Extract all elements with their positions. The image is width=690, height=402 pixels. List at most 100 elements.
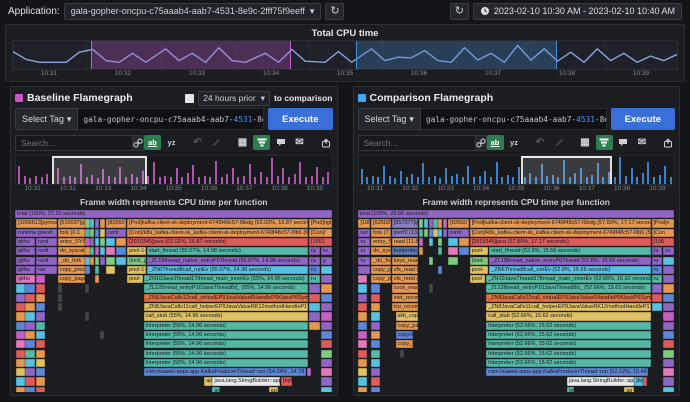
- flame-frame[interactable]: [106, 266, 116, 274]
- flame-frame[interactable]: total (100%, 29.66 seconds): [358, 210, 675, 218]
- flame-frame[interactable]: [371, 377, 380, 385]
- flame-frame[interactable]: [429, 238, 433, 246]
- comparison-flamegraph[interactable]: total (100%, 29.66 seconds)[190[625037]g…: [358, 210, 676, 392]
- flame-frame[interactable]: [Con: [652, 229, 675, 237]
- flame-frame[interactable]: [371, 294, 380, 302]
- flame-frame[interactable]: _ZN10JavaThread17thread_main_innerEv (52…: [486, 275, 650, 283]
- flame-frame[interactable]: [95, 275, 99, 283]
- flame-frame[interactable]: _do_fork: [371, 257, 391, 265]
- flame-frame[interactable]: ru: [652, 257, 663, 265]
- flame-frame[interactable]: pool-: [470, 266, 489, 274]
- flame-frame[interactable]: [371, 303, 380, 311]
- flame-frame[interactable]: [58, 303, 62, 311]
- execute-button[interactable]: Execute: [268, 108, 332, 130]
- flame-frame[interactable]: [321, 387, 332, 392]
- flame-frame[interactable]: githu: [16, 266, 35, 274]
- flame-frame[interactable]: [25, 312, 34, 320]
- flame-frame[interactable]: [358, 303, 367, 311]
- flame-frame[interactable]: [371, 312, 380, 320]
- prior-period-select[interactable]: 24 hours prior ▾: [198, 91, 270, 106]
- flame-frame[interactable]: start_thread (52.8%, 15.66 seconds): [489, 247, 650, 255]
- flame-frame[interactable]: Interpreter (52.66%, 15.62 seconds): [486, 359, 650, 367]
- undo-icon[interactable]: ↶: [532, 135, 549, 150]
- flame-frame[interactable]: githu: [16, 247, 35, 255]
- flame-frame[interactable]: [663, 368, 674, 376]
- flame-frame[interactable]: fork (0.1: [58, 229, 85, 237]
- flame-frame[interactable]: [358, 322, 367, 330]
- flame-frame[interactable]: runti: [106, 229, 126, 237]
- flame-frame[interactable]: [Con]/: [309, 229, 332, 237]
- flame-frame[interactable]: [443, 219, 447, 227]
- flame-frame[interactable]: copy_page: [58, 275, 85, 283]
- flame-frame[interactable]: [95, 229, 99, 237]
- flame-frame[interactable]: [25, 303, 34, 311]
- flame-frame[interactable]: [36, 387, 46, 392]
- flame-frame[interactable]: [321, 312, 332, 320]
- flame-frame[interactable]: [2019345]java (57.89%, 17.17 seconds): [470, 238, 651, 246]
- flame-frame[interactable]: [25, 387, 34, 392]
- flame-frame[interactable]: [371, 359, 380, 367]
- flame-frame[interactable]: [byte_d: [281, 377, 292, 385]
- flame-frame[interactable]: copy_pag: [371, 275, 391, 283]
- flame-frame[interactable]: [371, 387, 380, 392]
- flame-frame[interactable]: [95, 257, 99, 265]
- flame-frame[interactable]: [25, 377, 34, 385]
- flame-frame[interactable]: [Con]/k8s_kafka-client-sk_kafka-client-s…: [127, 229, 308, 237]
- flame-frame[interactable]: java.lang.StringBuilder::appe: [212, 377, 280, 385]
- flame-frame[interactable]: [321, 359, 332, 367]
- flame-frame[interactable]: [443, 229, 447, 237]
- flame-frame[interactable]: [438, 219, 442, 227]
- flame-frame[interactable]: ru: [358, 238, 370, 246]
- flame-frame[interactable]: [429, 257, 433, 265]
- sort-icon[interactable]: yz: [506, 135, 523, 150]
- flame-frame[interactable]: [448, 238, 458, 246]
- sandwich-view-icon[interactable]: ✉: [291, 135, 308, 150]
- date-range-button[interactable]: 2023-02-10 10:30 AM - 2023-02-10 10:40 A…: [473, 3, 682, 20]
- flame-frame[interactable]: [643, 377, 647, 385]
- flame-frame[interactable]: ru: [309, 266, 320, 274]
- flame-frame[interactable]: ag: [269, 387, 279, 392]
- flame-frame[interactable]: ksys_read (0: [392, 257, 418, 265]
- flame-frame[interactable]: read (11.87%, 3: [392, 238, 418, 246]
- flame-frame[interactable]: copyout: [396, 331, 414, 339]
- flame-frame[interactable]: call_stub (52.66%, 15.62 seconds): [486, 312, 650, 320]
- flame-frame[interactable]: [419, 229, 423, 237]
- text-fit-icon[interactable]: ab: [144, 135, 161, 150]
- flame-frame[interactable]: [83560: [448, 219, 468, 227]
- annotate-icon[interactable]: [208, 135, 225, 150]
- flame-frame[interactable]: [36, 340, 46, 348]
- flame-frame[interactable]: [663, 359, 674, 367]
- flame-frame[interactable]: [663, 340, 674, 348]
- flame-frame[interactable]: entry_SYS: [58, 238, 85, 246]
- flame-frame[interactable]: _ZN6Thread8call_runEv (52.8%, 15.66 seco…: [489, 266, 650, 274]
- flame-frame[interactable]: _ZN8JavaCalls11call_helperEP9JavaValueRK…: [144, 303, 308, 311]
- flame-frame[interactable]: ru: [358, 257, 370, 265]
- flame-frame[interactable]: Interpreter (52.66%, 15.62 seconds): [486, 340, 650, 348]
- flame-frame[interactable]: [90, 257, 94, 265]
- flame-frame[interactable]: [448, 257, 458, 265]
- flame-frame[interactable]: [663, 322, 674, 330]
- flame-frame[interactable]: [95, 266, 99, 274]
- flame-frame[interactable]: [652, 284, 663, 292]
- flame-frame[interactable]: Interpreter (55%, 14.96 seconds): [144, 340, 308, 348]
- flame-frame[interactable]: _ZL19thread_native_entryP6Thread (52.8%,…: [489, 257, 650, 265]
- flame-frame[interactable]: [85, 238, 89, 246]
- flame-frame[interactable]: g: [321, 257, 332, 265]
- flame-frame[interactable]: [400, 350, 404, 358]
- flame-frame[interactable]: [371, 284, 380, 292]
- flame-frame[interactable]: com.huawei.aops.app.KafkaProducerThread:…: [144, 368, 306, 376]
- flame-frame[interactable]: tcp_recvmsg: [392, 303, 418, 311]
- flame-frame[interactable]: [663, 312, 674, 320]
- flame-frame[interactable]: runti: [36, 238, 57, 246]
- flame-frame[interactable]: ap: [204, 377, 212, 385]
- annotate-icon[interactable]: [551, 135, 568, 150]
- flame-frame[interactable]: [371, 322, 380, 330]
- flame-frame[interactable]: [358, 331, 367, 339]
- flame-frame[interactable]: [36, 359, 46, 367]
- flame-frame[interactable]: [25, 340, 34, 348]
- flame-frame[interactable]: Interpreter (55%, 14.96 seconds): [144, 359, 308, 367]
- flame-frame[interactable]: [358, 350, 367, 358]
- flame-frame[interactable]: [419, 238, 423, 246]
- timeline-chart[interactable]: [12, 40, 678, 70]
- select-tag-button[interactable]: Select Tag▾: [358, 108, 421, 130]
